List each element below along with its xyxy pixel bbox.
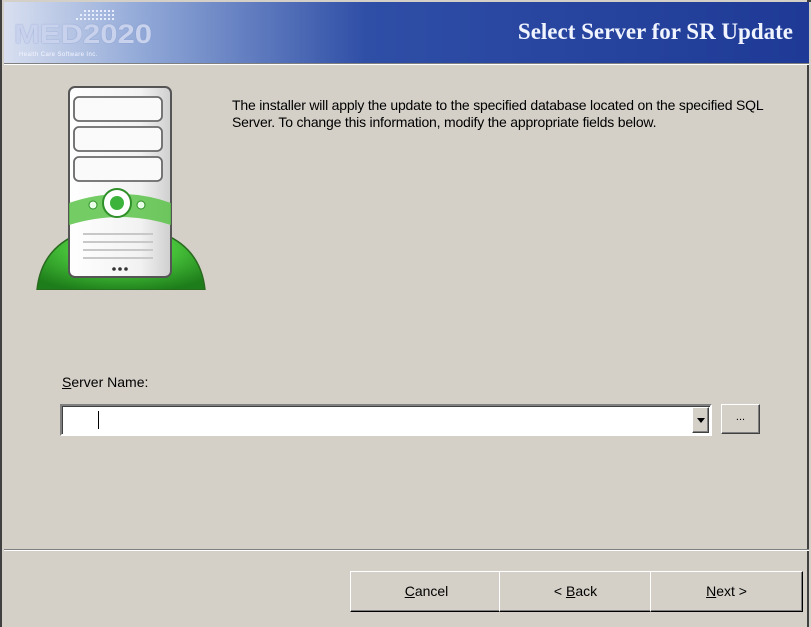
instruction-text: The installer will apply the update to t… (232, 97, 763, 130)
med2020-logo: MED2020 Health Care Software Inc. (4, 2, 154, 63)
page-title: Select Server for SR Update (517, 19, 793, 44)
dropdown-arrow-button[interactable] (692, 407, 709, 433)
server-name-combobox[interactable] (60, 404, 712, 436)
cancel-button[interactable]: Cancel (350, 571, 503, 612)
server-name-label: Server Name: (62, 374, 149, 390)
next-button[interactable]: Next > (650, 571, 803, 612)
installer-dialog: MED2020 Health Care Software Inc. Select… (0, 0, 809, 627)
browse-servers-button[interactable]: ... (721, 404, 760, 434)
dropdown-arrow-icon (697, 418, 705, 423)
text-cursor (98, 411, 99, 429)
logo-tagline: Health Care Software Inc. (19, 52, 98, 58)
header-banner: MED2020 Health Care Software Inc. Select… (4, 2, 809, 63)
server-computer-icon (36, 86, 206, 290)
back-button[interactable]: < Back (499, 571, 652, 612)
logo-wordmark: MED2020 (14, 19, 153, 49)
